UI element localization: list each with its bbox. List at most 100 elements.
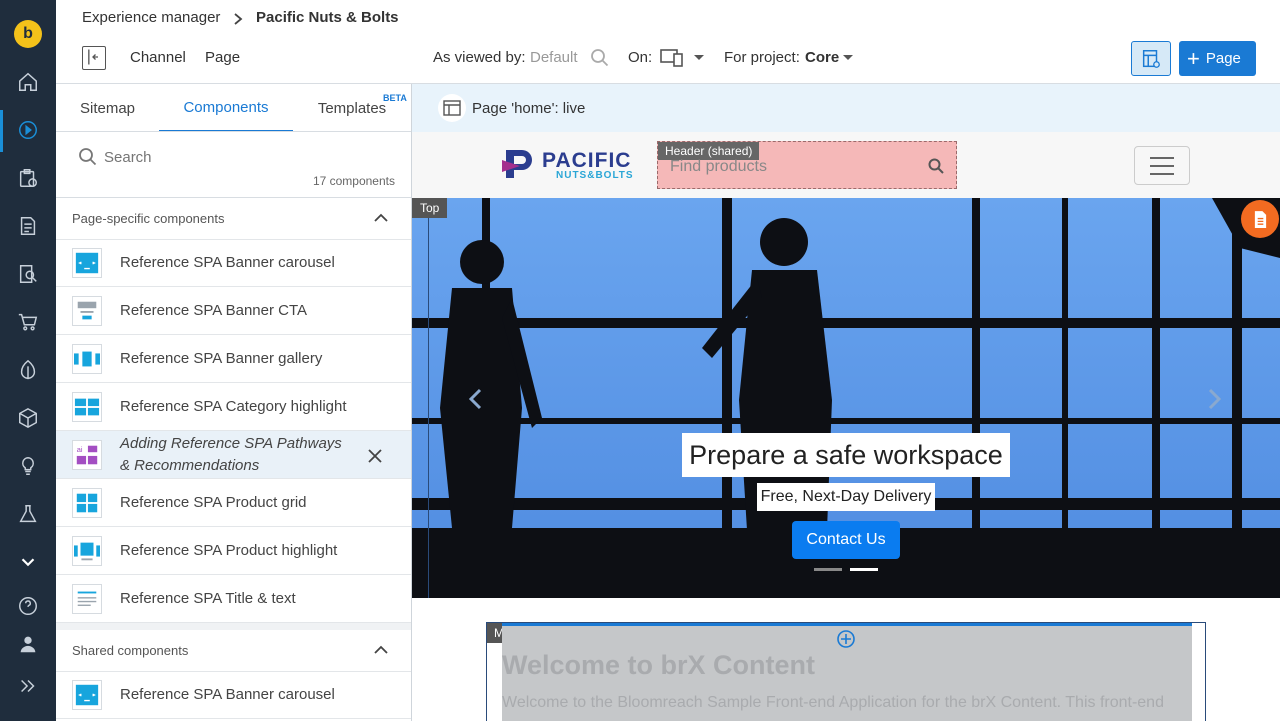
content-icon[interactable]	[16, 214, 40, 238]
add-component-icon[interactable]	[836, 629, 856, 649]
leaf-icon[interactable]	[16, 358, 40, 382]
pacific-logo-icon	[502, 150, 532, 178]
hamburger-menu-button[interactable]	[1134, 146, 1190, 185]
add-page-button[interactable]: + Page	[1179, 41, 1256, 76]
component-item[interactable]: Reference SPA Banner gallery	[56, 335, 411, 383]
cube-icon[interactable]	[16, 406, 40, 430]
top-container-border	[412, 198, 429, 598]
chevron-down-icon[interactable]	[16, 550, 40, 574]
component-item[interactable]: Reference SPA Product grid	[56, 479, 411, 527]
tab-divider	[56, 131, 411, 132]
banner-carousel-icon	[72, 680, 102, 710]
viewed-by-label: As viewed by:	[433, 49, 526, 66]
experience-manager-icon[interactable]	[16, 118, 40, 142]
project-chevron-down-icon[interactable]	[842, 54, 854, 62]
top-container-tag: Top	[412, 198, 448, 218]
banner-cta-icon	[72, 296, 102, 326]
component-label: Reference SPA Banner CTA	[120, 302, 308, 319]
lightbulb-icon[interactable]	[16, 454, 40, 478]
find-products-input[interactable]: Find products	[670, 158, 767, 176]
carousel-indicator[interactable]	[814, 568, 842, 571]
rail-active-indicator	[0, 110, 3, 152]
component-item-adding[interactable]: ai Adding Reference SPA Pathways & Recom…	[56, 431, 411, 479]
toggle-sidebar-button[interactable]	[82, 46, 106, 70]
help-icon[interactable]	[16, 594, 40, 618]
search-icon[interactable]	[928, 158, 944, 174]
component-label: Adding Reference SPA Pathways & Recommen…	[120, 434, 342, 474]
product-grid-icon	[72, 488, 102, 518]
hero-banner: Top Prepare a safe workspace Free, Next-…	[412, 198, 1280, 598]
search-icon	[79, 148, 97, 166]
component-item[interactable]: Reference SPA Banner carousel	[56, 671, 411, 719]
page-menu[interactable]: Page	[205, 49, 240, 66]
carousel-next-icon[interactable]	[1208, 388, 1222, 410]
flask-icon[interactable]	[16, 502, 40, 526]
welcome-text: Welcome to the Bloomreach Sample Front-e…	[502, 694, 1164, 711]
tab-components[interactable]: Components	[159, 84, 293, 132]
add-page-label: Page	[1205, 50, 1241, 67]
app-rail: b	[0, 0, 56, 721]
carousel-indicator-active[interactable]	[850, 568, 878, 571]
cart-icon[interactable]	[16, 310, 40, 334]
main-container: Main Welcome to brX Content Welcome to t…	[486, 622, 1206, 721]
component-label: Reference SPA Banner carousel	[120, 686, 335, 703]
component-item[interactable]: Reference SPA Category highlight	[56, 383, 411, 431]
breadcrumb-root[interactable]: Experience manager	[82, 9, 220, 26]
channel-menu[interactable]: Channel	[130, 49, 186, 66]
section-page-specific[interactable]: Page-specific components	[56, 198, 411, 240]
project-value[interactable]: Core	[805, 49, 839, 66]
device-chevron-down-icon[interactable]	[693, 54, 705, 62]
projects-icon[interactable]	[16, 166, 40, 190]
header-search-container[interactable]: Header (shared) Find products	[657, 141, 957, 189]
carousel-prev-icon[interactable]	[468, 388, 482, 410]
tab-templates[interactable]: Templates	[302, 84, 402, 132]
breadcrumb-chevron-icon	[234, 13, 243, 25]
preview-mode-button[interactable]	[1131, 41, 1171, 76]
logo-sub-text: NUTS&BOLTS	[556, 170, 634, 181]
page-preview: Page 'home': live PACIFIC NUTS&BOLTS Hea…	[412, 84, 1280, 721]
chevron-up-icon[interactable]	[374, 645, 388, 655]
component-item[interactable]: Reference SPA Banner carousel	[56, 239, 411, 287]
expand-rail-icon[interactable]	[16, 674, 40, 698]
device-icon[interactable]	[660, 48, 686, 68]
banner-gallery-icon	[72, 344, 102, 374]
welcome-component[interactable]: Welcome to brX Content Welcome to the Bl…	[502, 623, 1192, 721]
category-highlight-icon	[72, 392, 102, 422]
plus-icon: +	[1187, 45, 1200, 71]
close-icon[interactable]	[367, 448, 383, 464]
component-search-input[interactable]	[104, 144, 394, 170]
component-item[interactable]: Reference SPA Product highlight	[56, 527, 411, 575]
viewed-by-value[interactable]: Default	[530, 49, 578, 66]
edit-content-button[interactable]	[1241, 200, 1279, 238]
component-item[interactable]: Reference SPA Title & text	[56, 575, 411, 623]
banner-title: Prepare a safe workspace	[682, 433, 1010, 477]
chevron-up-icon[interactable]	[374, 213, 388, 223]
banner-subtitle: Free, Next-Day Delivery	[757, 483, 935, 511]
title-text-icon	[72, 584, 102, 614]
page-status: Page 'home': live	[472, 100, 586, 117]
component-label: Reference SPA Product grid	[120, 494, 307, 511]
component-label: Reference SPA Category highlight	[120, 398, 347, 415]
component-label: Reference SPA Banner carousel	[120, 254, 335, 271]
page-layout-icon	[443, 100, 461, 116]
svg-text:ai: ai	[77, 445, 83, 454]
search-icon[interactable]	[590, 48, 610, 68]
component-label: Reference SPA Banner gallery	[120, 350, 323, 367]
component-label: Reference SPA Title & text	[120, 590, 296, 607]
document-icon	[1254, 210, 1266, 228]
breadcrumb-current: Pacific Nuts & Bolts	[256, 9, 399, 26]
beta-badge: BETA	[383, 93, 407, 103]
home-icon[interactable]	[16, 70, 40, 94]
search-content-icon[interactable]	[16, 262, 40, 286]
site-header: PACIFIC NUTS&BOLTS Header (shared) Find …	[412, 132, 1280, 198]
tab-sitemap[interactable]: Sitemap	[56, 84, 159, 132]
component-item[interactable]: Reference SPA Banner CTA	[56, 287, 411, 335]
user-icon[interactable]	[16, 632, 40, 656]
contact-us-button[interactable]: Contact Us	[792, 521, 900, 559]
page-preview-icon	[1142, 49, 1160, 68]
page-info-button[interactable]	[438, 94, 466, 122]
component-label: Reference SPA Product highlight	[120, 542, 338, 559]
project-label: For project:	[724, 49, 800, 66]
bloomreach-logo[interactable]: b	[14, 20, 42, 48]
section-shared[interactable]: Shared components	[56, 630, 411, 672]
